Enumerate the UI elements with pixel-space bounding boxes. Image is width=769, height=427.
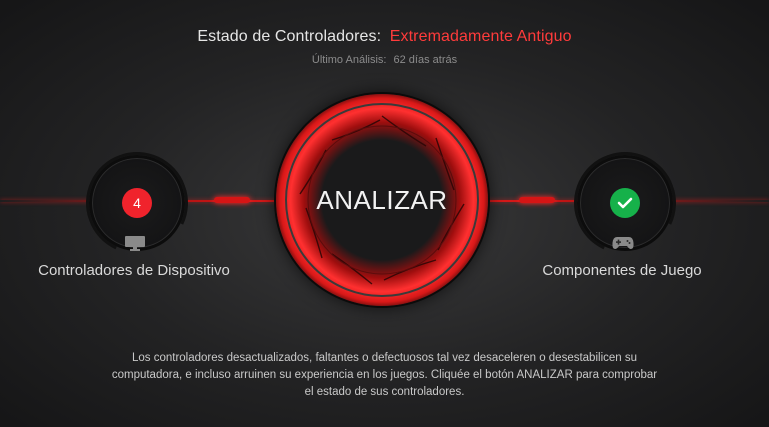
connector-glow-left xyxy=(214,197,250,203)
scan-button-label: ANALIZAR xyxy=(316,184,448,215)
last-scan-line: Último Análisis: 62 días atrás xyxy=(0,54,769,66)
outdated-drivers-count-badge: 4 xyxy=(122,188,152,218)
description-text: Los controladores desactualizados, falta… xyxy=(111,352,658,398)
checkmark-icon xyxy=(610,188,640,218)
last-scan-label: Último Análisis: xyxy=(311,54,387,66)
driver-status-line: Estado de Controladores: Extremadamente … xyxy=(0,28,769,46)
header: Estado de Controladores: Extremadamente … xyxy=(0,28,769,66)
game-components-label: Componentes de Juego xyxy=(542,262,702,279)
monitor-icon xyxy=(125,236,145,256)
connector-glow-right xyxy=(519,197,555,203)
scan-button-wrap: ANALIZAR xyxy=(276,94,488,306)
driver-status-label: Estado de Controladores: xyxy=(197,28,382,45)
last-scan-value: 62 días atrás xyxy=(393,54,458,66)
gamepad-icon xyxy=(612,236,634,255)
scan-button[interactable]: ANALIZAR xyxy=(276,94,488,306)
device-drivers-label: Controladores de Dispositivo xyxy=(38,262,230,279)
driver-status-value: Extremadamente Antiguo xyxy=(389,28,572,45)
